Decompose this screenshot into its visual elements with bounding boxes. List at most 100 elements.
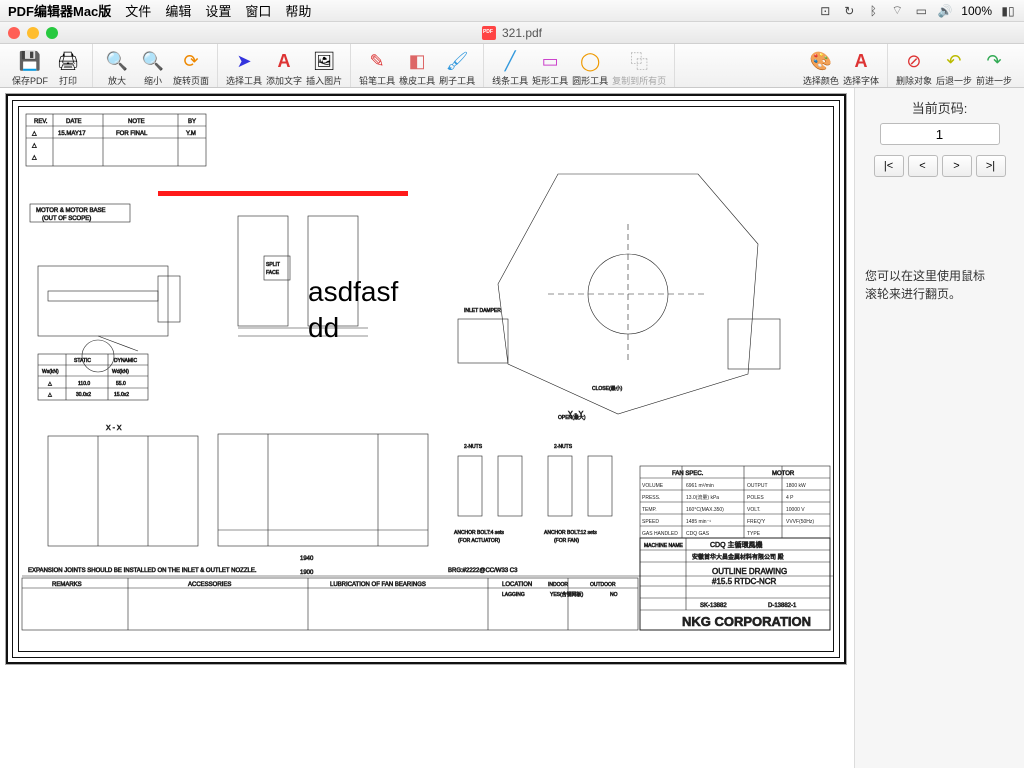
- next-page-button[interactable]: >: [942, 155, 972, 177]
- close-window-button[interactable]: [8, 27, 20, 39]
- brush-tool-button[interactable]: 🖌刷子工具: [437, 45, 477, 87]
- rect-tool-button[interactable]: ▭矩形工具: [530, 45, 570, 87]
- svg-text:4 P: 4 P: [786, 495, 794, 501]
- user-red-line[interactable]: [158, 191, 408, 196]
- user-text-2[interactable]: dd: [308, 312, 339, 344]
- user-text-1[interactable]: asdfasf: [308, 276, 398, 308]
- svg-text:FAN SPEC.: FAN SPEC.: [672, 471, 704, 477]
- svg-text:CDQ GAS: CDQ GAS: [686, 531, 710, 537]
- page-label: 当前页码:: [912, 98, 968, 117]
- svg-text:YES(含钢网板): YES(含钢网板): [550, 591, 584, 598]
- circle-icon: ◯: [579, 50, 601, 72]
- svg-text:OUTLINE DRAWING: OUTLINE DRAWING: [712, 567, 787, 576]
- last-page-button[interactable]: >|: [976, 155, 1006, 177]
- copy-all-pages-button[interactable]: ⿻复制到所有页: [610, 45, 668, 87]
- rect-icon: ▭: [539, 50, 561, 72]
- wifi-icon[interactable]: ⌔: [889, 3, 905, 19]
- insert-image-button[interactable]: 🖼插入图片: [304, 45, 344, 87]
- svg-text:NOTE: NOTE: [128, 119, 145, 125]
- timemachine-icon[interactable]: ↻: [841, 3, 857, 19]
- svg-text:(FOR ACTUATOR): (FOR ACTUATOR): [458, 538, 500, 544]
- page-number-input[interactable]: [880, 123, 1000, 145]
- svg-text:6961 m³/min: 6961 m³/min: [686, 483, 714, 489]
- svg-text:△: △: [32, 155, 37, 161]
- bluetooth-icon[interactable]: ᛒ: [865, 3, 881, 19]
- window-titlebar: 321.pdf: [0, 22, 1024, 44]
- svg-text:安徽首华大昌金属材料有限公司 殿: 安徽首华大昌金属材料有限公司 殿: [692, 553, 784, 561]
- print-button[interactable]: 🖨打印: [50, 45, 86, 87]
- menu-help[interactable]: 帮助: [285, 1, 311, 20]
- menu-window[interactable]: 窗口: [245, 1, 271, 20]
- svg-text:10000 V: 10000 V: [786, 507, 805, 513]
- svg-text:PRESS.: PRESS.: [642, 495, 660, 501]
- svg-text:INLET DAMPER: INLET DAMPER: [464, 308, 501, 314]
- svg-text:OUTPUT: OUTPUT: [747, 483, 768, 489]
- rotate-button[interactable]: ⟳旋转页面: [171, 45, 211, 87]
- add-text-button[interactable]: A添加文字: [264, 45, 304, 87]
- circle-tool-button[interactable]: ◯圆形工具: [570, 45, 610, 87]
- zoom-out-button[interactable]: 🔍缩小: [135, 45, 171, 87]
- line-icon: ╱: [499, 50, 521, 72]
- battery-icon[interactable]: ▮▯: [1000, 3, 1016, 19]
- redo-button[interactable]: ↷前进一步: [974, 45, 1014, 87]
- svg-text:LUBRICATION OF FAN BEARINGS: LUBRICATION OF FAN BEARINGS: [330, 582, 426, 588]
- svg-text:STATIC: STATIC: [74, 358, 91, 364]
- svg-text:(OUT OF SCOPE): (OUT OF SCOPE): [42, 216, 91, 222]
- eraser-icon: ◧: [406, 50, 428, 72]
- printer-icon: 🖨: [57, 50, 79, 72]
- line-tool-button[interactable]: ╱线条工具: [490, 45, 530, 87]
- prev-page-button[interactable]: <: [908, 155, 938, 177]
- pdf-canvas-area[interactable]: REV. DATE NOTE BY △ 15.MAY17 FOR FINAL Y…: [0, 88, 854, 768]
- menu-settings[interactable]: 设置: [205, 1, 231, 20]
- minimize-window-button[interactable]: [27, 27, 39, 39]
- volume-icon[interactable]: 🔊: [937, 3, 953, 19]
- color-picker-button[interactable]: 🎨选择颜色: [801, 45, 841, 87]
- first-page-button[interactable]: |<: [874, 155, 904, 177]
- menu-file[interactable]: 文件: [125, 1, 151, 20]
- svg-text:FOR FINAL: FOR FINAL: [116, 131, 148, 137]
- svg-text:GAS HANDLED: GAS HANDLED: [642, 531, 678, 537]
- svg-text:X - X: X - X: [106, 425, 122, 432]
- pencil-tool-button[interactable]: ✎铅笔工具: [357, 45, 397, 87]
- svg-text:TEMP.: TEMP.: [642, 507, 657, 513]
- svg-text:VOLUME: VOLUME: [642, 483, 664, 489]
- svg-text:1485 min⁻¹: 1485 min⁻¹: [686, 519, 711, 525]
- svg-text:△: △: [32, 143, 37, 149]
- app-name: PDF编辑器Mac版: [8, 1, 111, 20]
- svg-text:CDQ 主循環風機: CDQ 主循環風機: [710, 540, 763, 549]
- svg-text:NO: NO: [610, 592, 618, 598]
- svg-text:INDOOR: INDOOR: [548, 582, 568, 588]
- eraser-tool-button[interactable]: ◧橡皮工具: [397, 45, 437, 87]
- svg-text:EXPANSION JOINTS SHOULD BE INS: EXPANSION JOINTS SHOULD BE INSTALLED ON …: [28, 568, 257, 574]
- svg-text:15.0x2: 15.0x2: [114, 392, 129, 398]
- delete-object-button[interactable]: ⊘删除对象: [894, 45, 934, 87]
- svg-text:△: △: [48, 381, 52, 387]
- battery-percent: 100%: [961, 4, 992, 18]
- svg-text:FACE: FACE: [266, 270, 280, 276]
- svg-text:MOTOR & MOTOR BASE: MOTOR & MOTOR BASE: [36, 208, 105, 214]
- zoom-in-button[interactable]: 🔍放大: [99, 45, 135, 87]
- svg-text:BRG:#2222@CC/W33 C3: BRG:#2222@CC/W33 C3: [448, 568, 518, 574]
- spotlight-icon[interactable]: ⊡: [817, 3, 833, 19]
- svg-text:VOLT.: VOLT.: [747, 507, 761, 513]
- display-icon[interactable]: ▭: [913, 3, 929, 19]
- zoom-window-button[interactable]: [46, 27, 58, 39]
- undo-button[interactable]: ↶后退一步: [934, 45, 974, 87]
- svg-text:1900: 1900: [300, 570, 314, 576]
- pencil-icon: ✎: [366, 50, 388, 72]
- svg-text:160°C(MAX.350): 160°C(MAX.350): [686, 507, 724, 513]
- menu-edit[interactable]: 编辑: [165, 1, 191, 20]
- save-pdf-button[interactable]: 💾保存PDF: [10, 45, 50, 87]
- image-icon: 🖼: [313, 50, 335, 72]
- zoom-in-icon: 🔍: [106, 50, 128, 72]
- svg-text:△: △: [48, 392, 52, 398]
- svg-text:REV.: REV.: [34, 119, 48, 125]
- svg-text:15.MAY17: 15.MAY17: [58, 131, 86, 137]
- svg-text:2-NUTS: 2-NUTS: [464, 444, 483, 450]
- svg-text:Y - Y: Y - Y: [568, 411, 584, 418]
- svg-text:SPEED: SPEED: [642, 519, 659, 525]
- font-picker-button[interactable]: A选择字体: [841, 45, 881, 87]
- svg-text:OUTDOOR: OUTDOOR: [590, 582, 616, 588]
- select-tool-button[interactable]: ➤选择工具: [224, 45, 264, 87]
- pdf-page[interactable]: REV. DATE NOTE BY △ 15.MAY17 FOR FINAL Y…: [6, 94, 846, 664]
